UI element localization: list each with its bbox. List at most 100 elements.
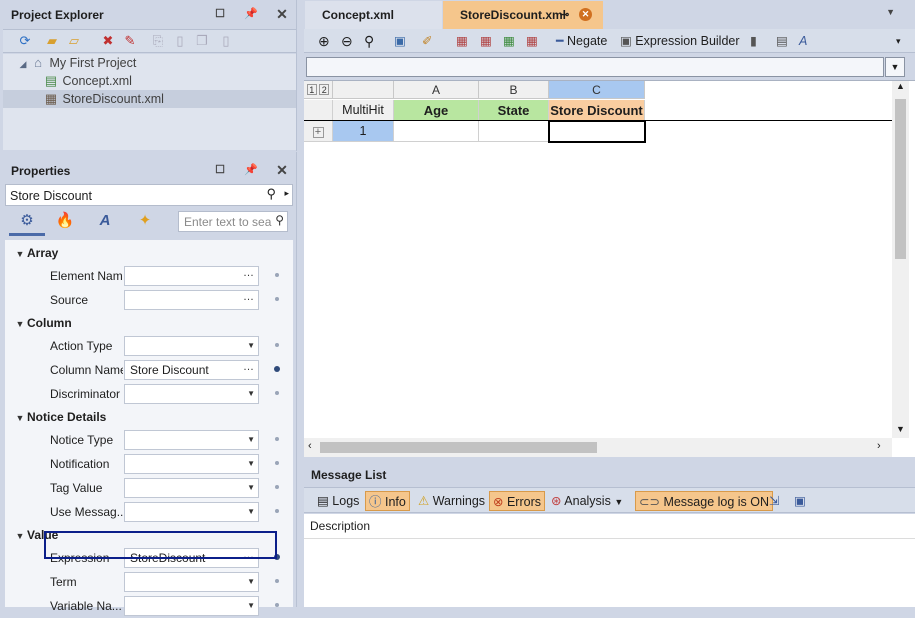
property-value[interactable]: ▼ <box>124 454 259 474</box>
property-row-action-type[interactable]: Action Type ▼ <box>5 334 293 358</box>
tree-item-project[interactable]: ◢ ⌂ My First Project <box>16 54 296 72</box>
object-selector[interactable]: Store Discount ⚲ ▸ <box>5 184 293 206</box>
new-folder-icon[interactable]: ▰ <box>43 32 61 50</box>
copy-icon[interactable]: ❐ <box>193 32 211 50</box>
add-file-icon[interactable]: ⎘ <box>149 32 167 50</box>
property-row-use-messag[interactable]: Use Messag... ▼ <box>5 500 293 524</box>
expand-arrow-icon[interactable]: ◢ <box>16 55 30 73</box>
store-discount-cell[interactable] <box>548 120 646 143</box>
zoom-reset-icon[interactable]: ⚲ <box>364 31 374 51</box>
ellipsis-icon[interactable]: … <box>243 358 254 376</box>
tab-storediscount[interactable]: StoreDiscount.xml ⊸ ✕ <box>443 1 603 29</box>
property-row-term[interactable]: Term ▼ <box>5 570 293 594</box>
search-icon[interactable]: ⚲ <box>275 213 284 227</box>
maximize-icon[interactable]: ☐ <box>212 162 228 178</box>
chart-icon[interactable]: ▤ <box>776 31 788 51</box>
close-icon[interactable]: ✕ <box>274 6 290 22</box>
tab-concept[interactable]: Concept.xml <box>305 1 442 29</box>
chevron-down-icon[interactable]: ▼ <box>247 503 255 521</box>
column-header-c[interactable]: C <box>549 81 645 99</box>
maximize-icon[interactable]: ☐ <box>212 6 228 22</box>
chevron-down-icon[interactable]: ▼ <box>247 479 255 497</box>
chevron-down-icon[interactable]: ▼ <box>247 337 255 355</box>
close-tab-icon[interactable]: ✕ <box>579 8 592 21</box>
font-style-icon[interactable]: A <box>87 208 123 236</box>
age-header[interactable]: Age <box>394 100 479 121</box>
row-number-cell[interactable]: 1 <box>333 121 394 142</box>
export-icon[interactable]: ⇲ <box>766 491 782 511</box>
refresh-icon[interactable]: ⟳ <box>16 32 34 50</box>
property-value[interactable]: ▼ <box>124 430 259 450</box>
ellipsis-icon[interactable]: … <box>243 288 254 306</box>
property-value[interactable]: ▼ <box>124 384 259 404</box>
pin-icon[interactable]: 📌 <box>243 6 259 22</box>
multihit-header[interactable]: MultiHit <box>333 100 394 121</box>
horizontal-scrollbar[interactable]: ‹ › <box>304 438 892 457</box>
property-value[interactable]: Store Discount… <box>124 360 259 380</box>
analysis-button[interactable]: ⊛ Analysis ▼ <box>548 491 626 511</box>
delete-column-icon[interactable]: ▦ <box>456 31 468 51</box>
zoom-in-icon[interactable]: ⊕ <box>318 31 330 51</box>
property-value[interactable]: ▼ <box>124 596 259 616</box>
fire-icon[interactable]: 🔥 <box>47 208 83 236</box>
column-header-a[interactable]: A <box>394 81 479 99</box>
state-header[interactable]: State <box>479 100 549 121</box>
info-button[interactable]: ⓘ Info <box>365 491 410 511</box>
property-row-tag-value[interactable]: Tag Value ▼ <box>5 476 293 500</box>
property-row-column-name[interactable]: Column Name Store Discount… <box>5 358 293 382</box>
collapse-arrow-icon[interactable]: ▼ <box>13 407 27 429</box>
delete-row-icon[interactable]: ▦ <box>526 31 538 51</box>
property-value[interactable]: … <box>124 290 259 310</box>
chevron-down-icon[interactable]: ▼ <box>247 573 255 591</box>
delete-icon[interactable]: ✖ <box>99 32 117 50</box>
horizontal-scroll-thumb[interactable] <box>320 442 597 453</box>
property-row-discriminator[interactable]: Discriminator ▼ <box>5 382 293 406</box>
chevron-down-icon[interactable]: ▼ <box>247 431 255 449</box>
warnings-button[interactable]: ⚠ Warnings <box>415 491 488 511</box>
level-1-button[interactable]: 1 <box>306 84 317 95</box>
tab-list-chevron-icon[interactable]: ▼ <box>886 7 895 17</box>
property-row-notice-type[interactable]: Notice Type ▼ <box>5 428 293 452</box>
property-row-element-name[interactable]: Element Name… <box>5 264 293 288</box>
events-icon[interactable]: ✦ <box>127 208 163 236</box>
tree-item-concept[interactable]: ▤ Concept.xml <box>43 72 296 90</box>
property-value[interactable]: ▼ <box>124 572 259 592</box>
pin-icon[interactable]: 📌 <box>243 162 259 178</box>
store-discount-header[interactable]: Store Discount <box>549 100 645 121</box>
property-value[interactable]: … <box>124 266 259 286</box>
category-notice-details[interactable]: ▼ Notice Details <box>5 406 107 429</box>
tree-item-storediscount[interactable]: ▦ StoreDiscount.xml <box>3 90 296 108</box>
vertical-scroll-thumb[interactable] <box>895 99 906 259</box>
zoom-out-icon[interactable]: ⊖ <box>341 31 353 51</box>
collapse-arrow-icon[interactable]: ▼ <box>13 525 27 547</box>
property-row-source[interactable]: Source… <box>5 288 293 312</box>
chevron-down-icon[interactable]: ▼ <box>247 455 255 473</box>
search-icon[interactable]: ⚲ <box>266 186 276 202</box>
add-row-icon[interactable]: ▦ <box>503 31 515 51</box>
row-expand-button[interactable]: + <box>304 121 333 142</box>
category-array[interactable]: ▼ Array <box>5 242 59 265</box>
gear-icon[interactable]: ⚙ <box>9 208 45 236</box>
vertical-scrollbar[interactable]: ▲ ▼ <box>892 81 909 438</box>
scroll-right-icon[interactable]: › <box>877 440 881 452</box>
toolbar-overflow-icon[interactable]: ▾ <box>896 31 901 51</box>
state-cell[interactable] <box>479 121 549 142</box>
property-filter-input[interactable]: Enter text to sea ⚲ <box>178 211 288 232</box>
scroll-left-icon[interactable]: ‹ <box>308 440 312 452</box>
edit-icon[interactable]: ✎ <box>121 32 139 50</box>
property-row-variable-na[interactable]: Variable Na... ▼ <box>5 594 293 618</box>
property-row-notification[interactable]: Notification ▼ <box>5 452 293 476</box>
chevron-down-icon[interactable]: ▼ <box>247 597 255 615</box>
formula-input[interactable] <box>306 57 884 77</box>
new-file-icon[interactable]: ▯ <box>171 32 189 50</box>
errors-button[interactable]: ⊗ Errors <box>489 491 545 511</box>
property-value[interactable]: ▼ <box>124 336 259 356</box>
collapse-arrow-icon[interactable]: ▼ <box>13 243 27 265</box>
magic-wand-icon[interactable]: ✐ <box>422 31 432 51</box>
column-header-blank[interactable] <box>333 81 394 99</box>
image-icon[interactable]: ▣ <box>394 31 406 51</box>
expression-builder-button[interactable]: ▣ Expression Builder <box>620 31 740 51</box>
negate-button[interactable]: ━ Negate <box>556 31 607 51</box>
chevron-right-icon[interactable]: ▸ <box>284 188 289 199</box>
insert-column-icon[interactable]: ▦ <box>480 31 492 51</box>
